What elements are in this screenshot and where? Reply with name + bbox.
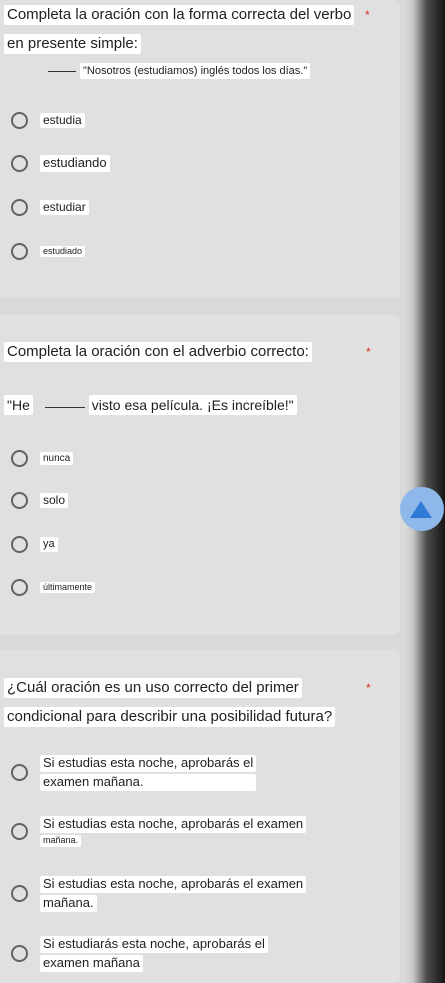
option-estudiar[interactable]: estudiar	[11, 199, 89, 216]
question-prompt: "Nosotros (estudiamos) inglés todos los …	[48, 63, 311, 80]
option-line-1: Si estudiarás esta noche, aprobarás el	[40, 936, 268, 953]
question-title-line-1: ¿Cuál oración es un uso correcto del pri…	[4, 678, 302, 698]
option-ultimamente[interactable]: últimamente	[11, 579, 96, 596]
option-label: ya	[40, 537, 58, 552]
option-label: estudiar	[40, 199, 89, 216]
prompt-start: "He	[4, 395, 33, 416]
option-label: estudiando	[40, 155, 110, 172]
option-line-2: mañana.	[40, 894, 97, 912]
blank-line	[44, 407, 85, 408]
question-card-1: Completa la oración con la forma correct…	[0, 0, 400, 298]
option-label: estudiado	[40, 245, 86, 258]
radio-button-icon[interactable]	[11, 112, 28, 129]
option-estudia[interactable]: estudia	[11, 112, 85, 129]
question-title-line-2: en presente simple:	[4, 34, 141, 54]
required-asterisk: *	[366, 681, 371, 695]
question-title-line-2-wrap: en presente simple:	[4, 34, 141, 54]
option-estudiado[interactable]: estudiado	[11, 243, 86, 260]
question-title: ¿Cuál oración es un uso correcto del pri…	[4, 678, 302, 698]
prompt-end: visto esa película. ¡Es increíble!"	[88, 395, 297, 416]
radio-button-icon[interactable]	[11, 579, 28, 596]
option-1[interactable]: Si estudias esta noche, aprobarás el exa…	[11, 755, 257, 791]
option-ya[interactable]: ya	[11, 536, 58, 553]
option-line-2: mañana.	[40, 834, 82, 847]
radio-button-icon[interactable]	[11, 199, 28, 216]
option-nunca[interactable]: nunca	[11, 450, 74, 467]
option-line-1: Si estudias esta noche, aprobarás el exa…	[40, 816, 307, 833]
floating-action-button[interactable]	[400, 487, 444, 531]
option-label: solo	[40, 492, 69, 509]
prompt-text: "Nosotros (estudiamos) inglés todos los …	[80, 63, 311, 80]
radio-button-icon[interactable]	[11, 945, 28, 963]
option-label: nunca	[40, 452, 74, 465]
option-label-lines: Si estudiarás esta noche, aprobarás el e…	[40, 936, 268, 972]
option-2[interactable]: Si estudias esta noche, aprobarás el exa…	[11, 816, 307, 847]
option-line-1: Si estudias esta noche, aprobarás el	[40, 755, 257, 772]
question-card-2: Completa la oración con el adverbio corr…	[0, 315, 400, 635]
question-title: Completa la oración con el adverbio corr…	[4, 342, 312, 362]
option-label: últimamente	[40, 581, 96, 594]
radio-button-icon[interactable]	[11, 155, 28, 172]
radio-button-icon[interactable]	[11, 885, 28, 903]
option-line-1: Si estudias esta noche, aprobarás el exa…	[40, 876, 307, 893]
option-label-lines: Si estudias esta noche, aprobarás el exa…	[40, 816, 307, 847]
required-asterisk: *	[365, 8, 370, 22]
option-label-lines: Si estudias esta noche, aprobarás el exa…	[40, 876, 307, 912]
radio-button-icon[interactable]	[11, 450, 28, 467]
option-label-lines: Si estudias esta noche, aprobarás el exa…	[40, 755, 257, 791]
option-line-2: examen mañana.	[40, 773, 257, 791]
question-title-line-2-wrap: condicional para describir una posibilid…	[4, 707, 336, 727]
required-asterisk: *	[366, 345, 371, 359]
radio-button-icon[interactable]	[11, 764, 28, 782]
option-estudiando[interactable]: estudiando	[11, 155, 110, 172]
radio-button-icon[interactable]	[11, 822, 28, 840]
blank-line	[48, 71, 76, 72]
option-3[interactable]: Si estudias esta noche, aprobarás el exa…	[11, 876, 307, 912]
question-title: Completa la oración con la forma correct…	[4, 5, 355, 25]
option-line-2: examen mañana	[40, 954, 143, 972]
question-title-line-1: Completa la oración con la forma correct…	[4, 5, 355, 25]
option-label: estudia	[40, 112, 85, 129]
option-solo[interactable]: solo	[11, 492, 69, 509]
radio-button-icon[interactable]	[11, 243, 28, 260]
question-prompt: "He visto esa película. ¡Es increíble!"	[4, 395, 297, 416]
question-title-line-2: condicional para describir una posibilid…	[4, 707, 336, 727]
radio-button-icon[interactable]	[11, 492, 28, 509]
option-4[interactable]: Si estudiarás esta noche, aprobarás el e…	[11, 936, 268, 972]
radio-button-icon[interactable]	[11, 536, 28, 553]
question-title-line-1: Completa la oración con el adverbio corr…	[4, 342, 312, 362]
question-card-3: ¿Cuál oración es un uso correcto del pri…	[0, 650, 400, 983]
